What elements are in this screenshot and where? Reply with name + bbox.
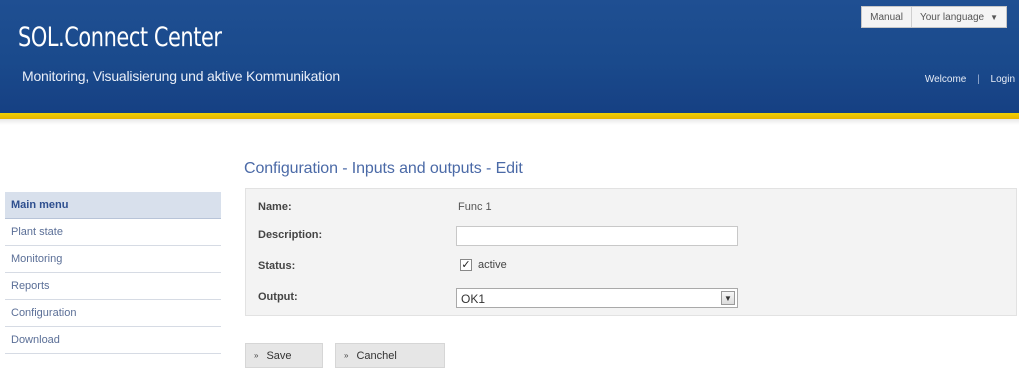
sidebar-item-label: Reports — [11, 280, 50, 292]
welcome-link[interactable]: Welcome — [925, 74, 967, 85]
name-label: Name: — [258, 201, 292, 213]
name-value: Func 1 — [458, 201, 492, 213]
header-shadow — [0, 119, 1019, 125]
active-checkbox[interactable]: ✓ — [460, 259, 472, 271]
sidebar-item-configuration[interactable]: Configuration — [5, 300, 221, 327]
brand-title: SOL.Connect Center — [18, 22, 222, 53]
active-checkbox-label: active — [478, 259, 507, 271]
language-label: Your language — [919, 11, 985, 23]
sidebar-item-label: Download — [11, 334, 60, 346]
sidebar-item-download[interactable]: Download — [5, 327, 221, 354]
description-input[interactable] — [456, 226, 738, 246]
edit-form: Name: Func 1 Description: Status: ✓ acti… — [245, 188, 1017, 316]
cancel-label: Canchel — [356, 349, 397, 362]
sidebar: Main menu Plant state Monitoring Reports… — [5, 192, 221, 354]
top-nav: Manual Your language ▼ — [861, 6, 1007, 28]
save-button[interactable]: » Save — [245, 343, 323, 368]
sidebar-item-monitoring[interactable]: Monitoring — [5, 246, 221, 273]
sidebar-item-plant-state[interactable]: Plant state — [5, 219, 221, 246]
sidebar-item-main-menu[interactable]: Main menu — [5, 192, 221, 219]
page-title: Configuration - Inputs and outputs - Edi… — [244, 160, 523, 177]
output-label: Output: — [258, 291, 298, 303]
description-row: Description: — [246, 223, 1016, 251]
sidebar-item-label: Main menu — [11, 199, 69, 211]
sidebar-item-label: Monitoring — [11, 253, 63, 265]
login-link[interactable]: Login — [991, 74, 1015, 85]
link-separator: | — [977, 74, 980, 85]
double-chevron-right-icon: » — [254, 351, 259, 360]
name-row: Name: Func 1 — [246, 195, 1016, 223]
output-selected-value: OK1 — [461, 292, 486, 306]
double-chevron-right-icon: » — [344, 351, 349, 360]
manual-link[interactable]: Manual — [862, 7, 911, 27]
output-select[interactable]: OK1 ▼ — [456, 288, 738, 308]
sidebar-item-label: Configuration — [11, 307, 77, 319]
tagline: Monitoring, Visualisierung und aktive Ko… — [22, 68, 340, 84]
chevron-down-icon: ▼ — [990, 12, 998, 22]
cancel-button[interactable]: » Canchel — [335, 343, 445, 368]
save-label: Save — [266, 349, 292, 362]
status-label: Status: — [258, 260, 296, 272]
manual-label: Manual — [870, 11, 903, 23]
status-row: Status: ✓ active — [246, 254, 1016, 282]
description-label: Description: — [258, 229, 323, 241]
sidebar-item-reports[interactable]: Reports — [5, 273, 221, 300]
user-links: Welcome | Login — [925, 74, 1015, 85]
output-row: Output: OK1 ▼ — [246, 285, 1016, 313]
chevron-down-icon: ▼ — [721, 291, 735, 305]
sidebar-item-label: Plant state — [11, 226, 63, 238]
language-dropdown[interactable]: Your language ▼ — [910, 7, 1006, 27]
